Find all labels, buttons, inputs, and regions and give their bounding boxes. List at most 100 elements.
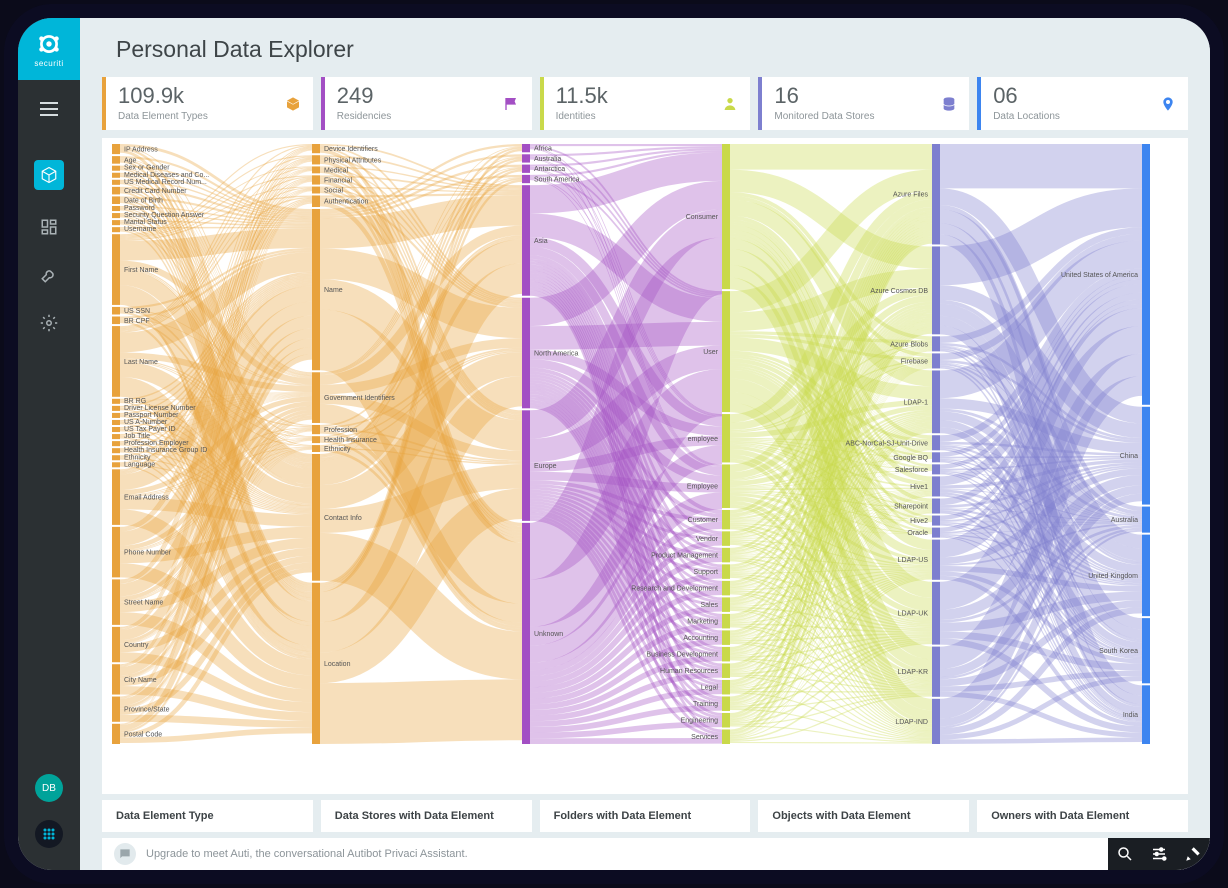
- svg-text:Human Resources: Human Resources: [660, 668, 718, 675]
- svg-text:US SSN: US SSN: [124, 308, 150, 315]
- card-label: Data Locations: [993, 111, 1060, 122]
- svg-text:Physical Attributes: Physical Attributes: [324, 157, 382, 164]
- svg-text:Ethnicity: Ethnicity: [124, 454, 151, 461]
- svg-text:North America: North America: [534, 351, 578, 358]
- brand-logo[interactable]: securiti: [18, 18, 80, 80]
- svg-text:IP Address: IP Address: [124, 147, 158, 154]
- svg-text:India: India: [1123, 712, 1138, 719]
- sliders-icon[interactable]: [1142, 838, 1176, 870]
- nav-wrench-icon[interactable]: [38, 264, 60, 286]
- svg-text:Language: Language: [124, 461, 155, 468]
- svg-text:Australia: Australia: [1111, 517, 1138, 524]
- svg-text:ABC-NorCal-SJ-Unit-Drive: ABC-NorCal-SJ-Unit-Drive: [846, 440, 929, 447]
- svg-text:Accounting: Accounting: [683, 635, 718, 642]
- card-value: 11.5k: [556, 85, 608, 107]
- svg-text:Profession: Profession: [324, 427, 357, 434]
- svg-text:Business Development: Business Development: [646, 652, 718, 659]
- svg-text:Contact Info: Contact Info: [324, 515, 362, 522]
- svg-text:Security Question Answer: Security Question Answer: [124, 212, 205, 219]
- axis-header: Data Element Type: [102, 800, 313, 832]
- svg-text:Unknown: Unknown: [534, 631, 563, 638]
- sankey-chart[interactable]: IP AddressAgeSex or GenderMedical Diseas…: [102, 138, 1188, 794]
- svg-text:Azure Cosmos DB: Azure Cosmos DB: [870, 288, 928, 295]
- nav-gear-icon[interactable]: [38, 312, 60, 334]
- svg-text:Africa: Africa: [534, 146, 552, 153]
- svg-text:Legal: Legal: [701, 685, 719, 692]
- svg-text:Europe: Europe: [534, 463, 557, 470]
- card-data-element-types[interactable]: 109.9k Data Element Types: [102, 77, 313, 130]
- svg-text:City Name: City Name: [124, 677, 157, 684]
- card-value: 249: [337, 85, 391, 107]
- card-identities[interactable]: 11.5k Identities: [540, 77, 751, 130]
- svg-text:Country: Country: [124, 642, 149, 649]
- svg-text:South America: South America: [534, 177, 580, 184]
- page-title: Personal Data Explorer: [80, 18, 1210, 77]
- flag-icon: [504, 96, 520, 112]
- assistant-prompt-bar[interactable]: Upgrade to meet Auti, the conversational…: [102, 838, 1188, 870]
- svg-text:Driver License Number: Driver License Number: [124, 405, 196, 412]
- user-avatar[interactable]: DB: [35, 774, 63, 802]
- card-label: Identities: [556, 111, 608, 122]
- svg-text:Marital Status: Marital Status: [124, 219, 167, 226]
- svg-text:US Tax Payer ID: US Tax Payer ID: [124, 426, 176, 433]
- svg-text:BR RG: BR RG: [124, 398, 146, 405]
- card-residencies[interactable]: 249 Residencies: [321, 77, 532, 130]
- svg-text:Authentication: Authentication: [324, 199, 368, 206]
- assistant-prompt-text: Upgrade to meet Auti, the conversational…: [146, 848, 468, 860]
- sidebar: securiti DB: [18, 18, 80, 870]
- svg-text:Date of Birth: Date of Birth: [124, 198, 163, 205]
- bottom-right-toolbar: [1108, 838, 1210, 870]
- svg-text:BR CPF: BR CPF: [124, 318, 150, 325]
- svg-text:Phone Number: Phone Number: [124, 550, 172, 557]
- svg-text:Credit Card Number: Credit Card Number: [124, 188, 187, 195]
- svg-text:LDAP-1: LDAP-1: [903, 399, 928, 406]
- svg-text:Sharepoint: Sharepoint: [894, 504, 928, 511]
- svg-text:Financial: Financial: [324, 177, 352, 184]
- search-icon[interactable]: [1108, 838, 1142, 870]
- nav-cube-icon[interactable]: [34, 160, 64, 190]
- svg-text:Job Title: Job Title: [124, 433, 150, 440]
- svg-text:US A-Number: US A-Number: [124, 419, 168, 426]
- card-monitored-data-stores[interactable]: 16 Monitored Data Stores: [758, 77, 969, 130]
- card-label: Monitored Data Stores: [774, 111, 874, 122]
- card-value: 06: [993, 85, 1060, 107]
- apps-grid-icon[interactable]: [35, 820, 63, 848]
- svg-text:Social: Social: [324, 187, 344, 194]
- svg-text:Google BQ: Google BQ: [893, 455, 928, 462]
- build-icon[interactable]: [1176, 838, 1210, 870]
- svg-text:Ethnicity: Ethnicity: [324, 446, 351, 453]
- svg-text:Salesforce: Salesforce: [895, 467, 928, 474]
- database-icon: [941, 96, 957, 112]
- cube-icon: [285, 96, 301, 112]
- svg-text:Research and Development: Research and Development: [631, 586, 718, 593]
- svg-text:Oracle: Oracle: [907, 530, 928, 537]
- svg-text:Device Identifiers: Device Identifiers: [324, 146, 378, 153]
- svg-text:Password: Password: [124, 205, 155, 212]
- brand-name: securiti: [34, 59, 63, 68]
- svg-text:Product Management: Product Management: [651, 553, 718, 560]
- axis-header: Objects with Data Element: [758, 800, 969, 832]
- svg-text:LDAP-KR: LDAP-KR: [898, 669, 928, 676]
- svg-text:Training: Training: [693, 701, 718, 708]
- svg-text:Hive1: Hive1: [910, 484, 928, 491]
- svg-text:US Medical Record Num...: US Medical Record Num...: [124, 179, 207, 186]
- card-data-locations[interactable]: 06 Data Locations: [977, 77, 1188, 130]
- chat-icon: [114, 843, 136, 865]
- svg-text:United Kingdom: United Kingdom: [1088, 573, 1138, 580]
- svg-text:South Korea: South Korea: [1099, 648, 1138, 655]
- nav-dashboard-icon[interactable]: [38, 216, 60, 238]
- svg-text:Username: Username: [124, 226, 156, 233]
- svg-text:Consumer: Consumer: [686, 214, 719, 221]
- menu-icon[interactable]: [38, 98, 60, 120]
- svg-text:Support: Support: [693, 569, 718, 576]
- summary-cards-row: 109.9k Data Element Types 249 Residencie…: [80, 77, 1210, 130]
- svg-text:Government Identifiers: Government Identifiers: [324, 395, 395, 402]
- svg-text:Azure Files: Azure Files: [893, 192, 929, 199]
- svg-text:Location: Location: [324, 661, 351, 668]
- svg-text:Asia: Asia: [534, 238, 548, 245]
- axis-header: Folders with Data Element: [540, 800, 751, 832]
- axis-headers-row: Data Element Type Data Stores with Data …: [80, 800, 1210, 832]
- svg-text:Sex or Gender: Sex or Gender: [124, 165, 170, 172]
- svg-text:Medical Diseases and Co...: Medical Diseases and Co...: [124, 172, 209, 179]
- svg-text:Azure Blobs: Azure Blobs: [890, 341, 928, 348]
